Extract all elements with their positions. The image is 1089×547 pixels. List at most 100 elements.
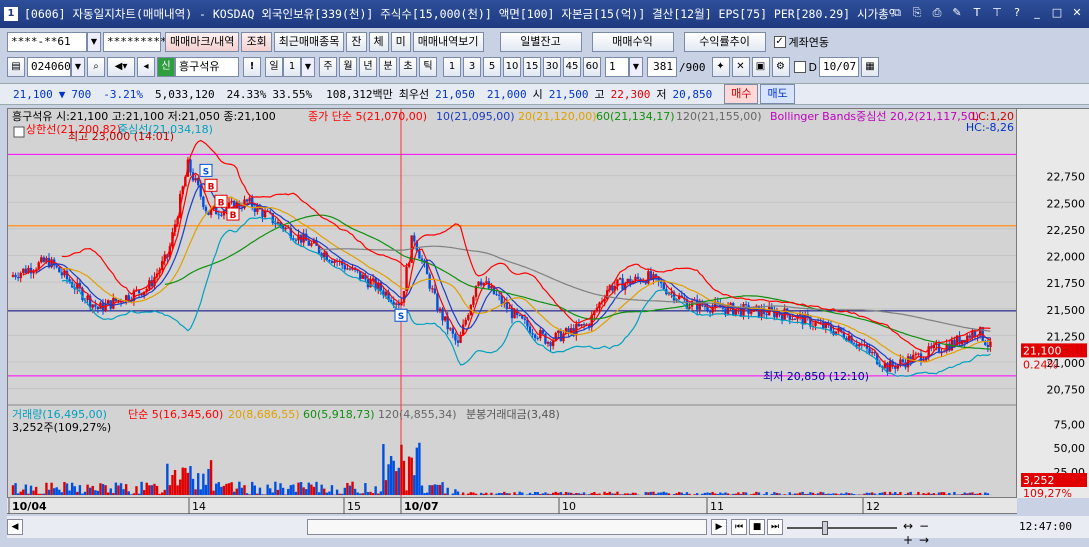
search-icon[interactable]: ⌕ [87, 57, 105, 77]
period-day-button[interactable]: 일 [265, 57, 283, 77]
period-year-button[interactable]: 년 [359, 57, 377, 77]
scroll-right-icon[interactable]: ▶ [711, 519, 727, 535]
trade-profit-button[interactable]: 매매수익 [592, 32, 674, 52]
interval-60-button[interactable]: 60 [583, 57, 601, 77]
volume-bar [66, 483, 68, 495]
volume-bar [264, 494, 266, 495]
settings-icon[interactable]: ⚙ [772, 57, 790, 77]
account-dropdown-icon[interactable]: ▼ [87, 32, 101, 52]
profit-trend-button[interactable]: 수익률추이 [684, 32, 766, 52]
candle-body [989, 342, 991, 347]
candle-body [488, 281, 490, 288]
candle-body [20, 273, 22, 278]
interval-3-button[interactable]: 3 [463, 57, 481, 77]
account-input[interactable]: ****-**61 [7, 32, 87, 52]
view-trades-button[interactable]: 매매내역보기 [413, 32, 484, 52]
pin-icon[interactable]: ⊤ [989, 5, 1005, 21]
volume-bar [467, 494, 469, 495]
volume-bar [176, 485, 178, 495]
close-icon[interactable]: ✕ [1069, 5, 1085, 21]
candle-body [97, 307, 99, 309]
date-input[interactable]: 10/07 [819, 57, 859, 77]
volume-bar [436, 485, 438, 495]
volume-bar [346, 483, 348, 495]
balance-button[interactable]: 잔 [346, 32, 366, 52]
daily-balance-button[interactable]: 일별잔고 [500, 32, 582, 52]
candle-body [477, 282, 479, 286]
period-month-button[interactable]: 월 [339, 57, 357, 77]
help-icon[interactable]: ? [1009, 5, 1025, 21]
minimize-icon[interactable]: _ [1029, 5, 1045, 21]
stock-code-input[interactable]: 024060 [27, 57, 71, 77]
scroll-thumb[interactable] [307, 519, 707, 535]
link-icon[interactable]: ⧉ [889, 5, 905, 21]
first-icon[interactable]: ⏮ [731, 519, 747, 535]
interval-30-button[interactable]: 30 [543, 57, 561, 77]
alert-button[interactable]: ! [243, 57, 261, 77]
multiplier-input[interactable]: 1 [605, 57, 629, 77]
period-minute-button[interactable]: 분 [379, 57, 397, 77]
recent-trades-button[interactable]: 최근매매종목 [274, 32, 345, 52]
volume-bar [603, 492, 605, 495]
volume-bar [292, 485, 294, 495]
interval-10-button[interactable]: 10 [503, 57, 521, 77]
candle-body [22, 269, 24, 273]
volume-bar [305, 489, 307, 495]
interval-15-button[interactable]: 15 [523, 57, 541, 77]
indicator-icon[interactable]: ✦ [712, 57, 730, 77]
code-dropdown-icon[interactable]: ▼ [71, 57, 85, 77]
markers-button[interactable]: 매매마크/내역 [165, 32, 239, 52]
period-dropdown-icon[interactable]: ▼ [301, 57, 315, 77]
candle-body [220, 215, 222, 216]
unfilled-button[interactable]: 미 [391, 32, 411, 52]
calendar-icon[interactable]: ▦ [861, 57, 879, 77]
period-second-button[interactable]: 초 [399, 57, 417, 77]
sell-button[interactable]: 매도 [760, 84, 794, 104]
filled-button[interactable]: 체 [369, 32, 389, 52]
volume-bar [979, 493, 981, 495]
font-icon[interactable]: T [969, 5, 985, 21]
stop-icon[interactable]: ■ [749, 519, 765, 535]
volume-bar [904, 494, 906, 495]
draw-icon[interactable]: ✕ [732, 57, 750, 77]
interval-1-button[interactable]: 1 [443, 57, 461, 77]
prev-icon[interactable]: ◂ [137, 57, 155, 77]
period-num-input[interactable]: 1 [283, 57, 301, 77]
save-icon[interactable]: ⎘ [909, 5, 925, 21]
print-icon[interactable]: ⎙ [929, 5, 945, 21]
volume-bar [336, 490, 338, 495]
scroll-left-icon[interactable]: ◀ [7, 519, 23, 535]
zoom-controls-icon[interactable]: ↔−+→ [903, 519, 963, 535]
date-checkbox[interactable] [794, 61, 806, 73]
chart-scrollbar[interactable]: ◀ ▶ ⏮ ■ ⏭ ↔−+→ 12:47:00 [7, 516, 1089, 538]
volume-bar [570, 493, 572, 495]
chart-area[interactable]: BBBSS흥구석유 시:21,100 고:21,100 저:21,050 종:2… [7, 108, 1017, 498]
zoom-slider[interactable] [787, 527, 897, 529]
last-icon[interactable]: ⏭ [767, 519, 783, 535]
link-account-checkbox[interactable]: ✓ [774, 36, 786, 48]
period-tick-button[interactable]: 틱 [419, 57, 437, 77]
interval-45-button[interactable]: 45 [563, 57, 581, 77]
candle-body [264, 211, 266, 217]
buy-button[interactable]: 매수 [724, 84, 758, 104]
volume-bar [562, 494, 564, 495]
interval-5-button[interactable]: 5 [483, 57, 501, 77]
price-volume-chart[interactable]: BBBSS흥구석유 시:21,100 고:21,100 저:21,050 종:2… [8, 109, 1016, 497]
candle-body [776, 313, 778, 318]
period-week-button[interactable]: 주 [319, 57, 337, 77]
candle-body [17, 277, 19, 278]
multiplier-dropdown-icon[interactable]: ▼ [629, 57, 643, 77]
password-input[interactable]: ********* [103, 32, 161, 52]
query-button[interactable]: 조회 [241, 32, 271, 52]
maximize-icon[interactable]: □ [1049, 5, 1065, 21]
count-input[interactable]: 381 [647, 57, 677, 77]
volume-bar [194, 489, 196, 495]
y-tick-label: 22,250 [1047, 224, 1086, 237]
volume-bar [614, 494, 616, 495]
zoom-slider-thumb[interactable] [822, 521, 828, 535]
sound-icon[interactable]: ◀▾ [107, 57, 135, 77]
chart-icon[interactable]: ▤ [7, 57, 25, 77]
disk-icon[interactable]: ▣ [752, 57, 770, 77]
memo-icon[interactable]: ✎ [949, 5, 965, 21]
volume-bar [632, 493, 634, 495]
